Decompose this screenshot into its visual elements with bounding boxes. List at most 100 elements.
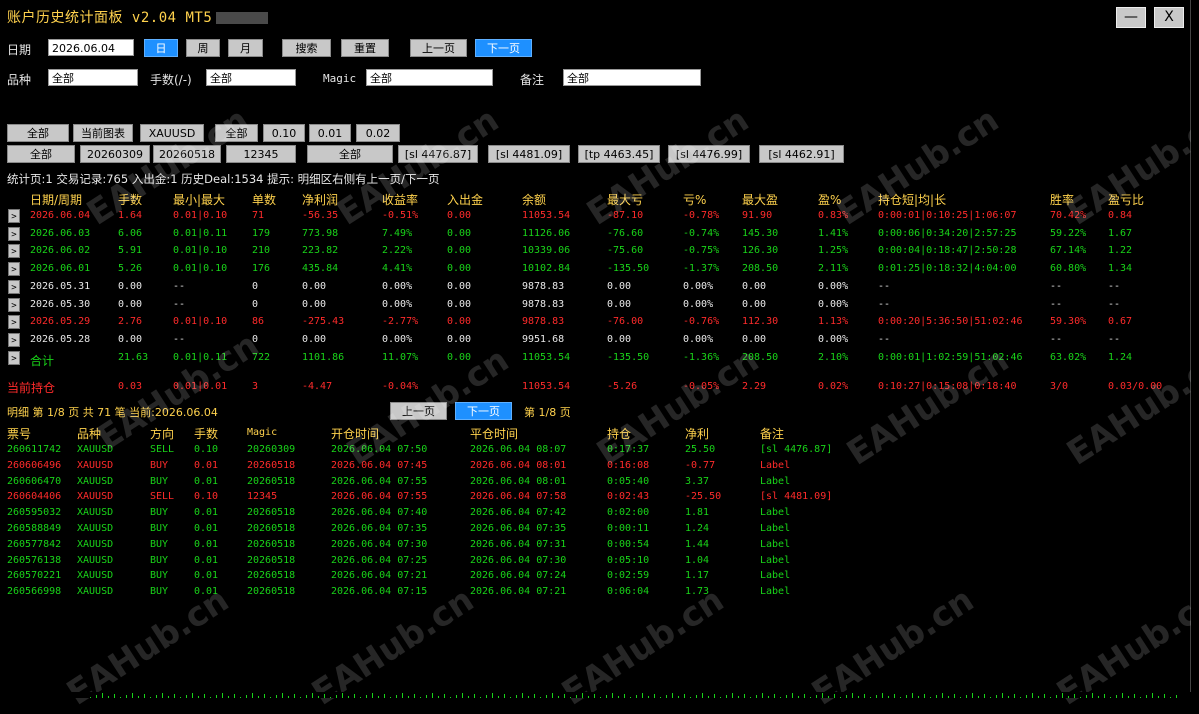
watermark-text: EAHub.cn	[80, 99, 256, 234]
detail-cell: 2026.06.04 07:25	[331, 554, 428, 566]
summary-cell: 126.30	[742, 245, 779, 257]
chart-tick	[282, 693, 283, 698]
ticket-cell: 260606496	[7, 459, 62, 471]
summary-cell: -0.75%	[683, 245, 720, 257]
expand-row-button[interactable]: >	[8, 332, 20, 347]
detail-cell: 1.24	[685, 523, 710, 534]
summary-cell: 0.00	[302, 333, 327, 345]
magic-input[interactable]: 全部	[366, 69, 493, 86]
detail-page: 第 1/8 页	[524, 406, 571, 419]
quick-filter-button[interactable]: 全部	[307, 145, 393, 163]
expand-row-button[interactable]: >	[8, 350, 20, 365]
detail-cell: BUY	[150, 523, 169, 534]
close-button[interactable]: X	[1154, 7, 1184, 28]
detail-cell: 2026.06.04 08:01	[470, 475, 567, 487]
chart-tick	[354, 694, 355, 698]
summary-cell: 0.00%	[382, 298, 413, 310]
ticket-cell: 260570221	[7, 570, 62, 582]
detail-cell: 0.01	[194, 554, 219, 566]
prev-page-button[interactable]: 上一页	[410, 39, 467, 57]
detail-cell: 20260518	[247, 586, 296, 598]
summary-column-header: 最大盈	[742, 193, 779, 207]
detail-cell: XAUUSD	[77, 491, 114, 503]
summary-cell: 11.07%	[382, 351, 419, 363]
ticket-cell: 260576138	[7, 554, 62, 566]
summary-date-cell: 2026.05.28	[30, 333, 91, 345]
search-button[interactable]: 搜索	[282, 39, 331, 57]
chart-tick	[222, 693, 223, 698]
detail-cell: XAUUSD	[77, 538, 114, 550]
quick-filter-button[interactable]: 0.02	[356, 124, 400, 142]
quick-filter-button[interactable]: [sl 4462.91]	[759, 145, 844, 163]
summary-cell: --	[1050, 280, 1063, 292]
summary-date-cell: 2026.05.30	[30, 298, 91, 310]
expand-row-button[interactable]: >	[8, 279, 20, 294]
detail-cell: 2026.06.04 07:21	[331, 570, 428, 582]
detail-cell: 0.10	[194, 491, 219, 503]
chart-tick	[882, 693, 883, 698]
detail-cell: 2026.06.04 07:31	[470, 538, 567, 550]
comment-input[interactable]: 全部	[563, 69, 701, 86]
account-redaction	[216, 12, 269, 24]
lots-input[interactable]: 全部	[206, 69, 296, 86]
summary-cell: --	[878, 298, 891, 310]
date-input[interactable]: 2026.06.04	[48, 39, 134, 56]
detail-cell: 2026.06.04 07:21	[470, 586, 567, 598]
quick-filter-button[interactable]: 全部	[7, 124, 69, 142]
quick-filter-button[interactable]: 全部	[7, 145, 75, 163]
chart-tick	[492, 693, 493, 698]
month-button[interactable]: 月	[228, 39, 263, 57]
expand-row-button[interactable]: >	[8, 244, 20, 259]
detail-cell: XAUUSD	[77, 586, 114, 598]
quick-filter-button[interactable]: 当前图表	[73, 124, 133, 142]
watermark-text: EAHub.cn	[580, 99, 756, 234]
quick-filter-button[interactable]: 0.01	[309, 124, 351, 142]
summary-cell: 7.49%	[382, 227, 413, 239]
summary-cell: 86	[252, 316, 265, 328]
summary-cell: 59.30%	[1050, 316, 1087, 328]
current-positions-cell: 11053.54	[522, 381, 571, 392]
chart-tick	[324, 694, 325, 698]
detail-cell: 20260518	[247, 507, 296, 519]
chart-tick	[1134, 694, 1135, 698]
summary-cell: 0.00%	[818, 333, 849, 345]
quick-filter-button[interactable]: 12345	[226, 145, 296, 163]
detail-cell: 20260309	[247, 444, 296, 455]
chart-tick	[684, 694, 685, 698]
detail-cell: BUY	[150, 507, 169, 519]
minimize-button[interactable]: —	[1116, 7, 1146, 28]
ticket-cell: 260606470	[7, 475, 62, 487]
summary-cell: 91.90	[742, 210, 773, 221]
week-button[interactable]: 周	[186, 39, 220, 57]
expand-row-button[interactable]: >	[8, 315, 20, 330]
chart-tick	[474, 694, 475, 698]
current-positions-cell: 0.02%	[818, 381, 849, 392]
expand-row-button[interactable]: >	[8, 209, 20, 223]
symbol-input[interactable]: 全部	[48, 69, 138, 86]
next-page-button[interactable]: 下一页	[475, 39, 532, 57]
quick-filter-button[interactable]: [sl 4481.09]	[488, 145, 570, 163]
expand-row-button[interactable]: >	[8, 262, 20, 277]
summary-cell: 0.00	[607, 298, 632, 310]
day-button[interactable]: 日	[144, 39, 178, 57]
summary-cell: 0.01|0.10	[173, 263, 228, 275]
summary-cell: 0.00	[447, 333, 472, 345]
chart-tick	[342, 693, 343, 698]
summary-cell: 773.98	[302, 227, 339, 239]
chart-tick	[522, 693, 523, 698]
detail-cell: 20260518	[247, 475, 296, 487]
reset-button[interactable]: 重置	[341, 39, 389, 57]
expand-row-button[interactable]: >	[8, 297, 20, 312]
detail-cell: 2026.06.04 08:01	[470, 459, 567, 471]
expand-row-button[interactable]: >	[8, 226, 20, 241]
detail-cell: Label	[760, 538, 791, 550]
quick-filter-button[interactable]: 0.10	[263, 124, 305, 142]
detail-cell: 0.01	[194, 459, 219, 471]
chart-tick	[672, 693, 673, 698]
detail-cell: 0.01	[194, 538, 219, 550]
summary-cell: 0.00%	[683, 298, 714, 310]
detail-cell: 20260518	[247, 459, 296, 471]
chart-tick	[234, 694, 235, 698]
detail-cell: 2026.06.04 07:55	[331, 491, 428, 503]
summary-cell: 0:00:01|0:10:25|1:06:07	[878, 210, 1017, 221]
